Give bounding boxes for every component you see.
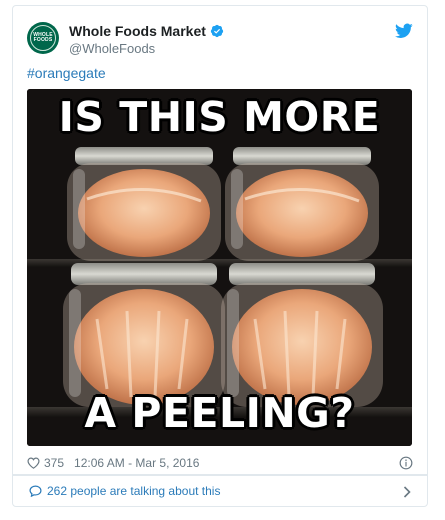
like-count[interactable]: 375 [44,456,64,470]
author-name-row[interactable]: Whole Foods Market [69,23,224,39]
tweet-photo[interactable]: IS THIS MORE A PEELING? [27,89,412,446]
author-name[interactable]: Whole Foods Market [69,23,206,39]
tweet-card: WHOLE FOODS Whole Foods Market @WholeFoo… [12,5,428,475]
jar-top-left [67,147,221,261]
conversation-label[interactable]: 262 people are talking about this [47,484,220,498]
jar-bottom-left [63,263,225,407]
avatar-text-line-2: FOODS [33,37,53,43]
tweet-timestamp[interactable]: 12:06 AM - Mar 5, 2016 [74,456,199,470]
tweet-hashtag[interactable]: #orangegate [27,65,106,81]
heart-icon[interactable] [27,457,40,469]
author-handle[interactable]: @WholeFoods [69,41,155,56]
meme-caption-top: IS THIS MORE [58,93,381,141]
whole-foods-logo: WHOLE FOODS [30,25,56,51]
chevron-right-icon[interactable] [403,486,411,498]
tweet-header: WHOLE FOODS Whole Foods Market @WholeFoo… [27,22,413,56]
jar-top-right [225,147,379,261]
tweet-meta: 375 12:06 AM - Mar 5, 2016 [27,455,413,471]
avatar[interactable]: WHOLE FOODS [27,22,59,54]
conversation-link[interactable]: 262 people are talking about this [12,475,428,507]
meme-caption-bottom: A PEELING? [84,389,355,437]
verified-badge-icon [210,24,224,38]
jar-bottom-right [221,263,383,407]
twitter-bird-icon[interactable] [395,23,413,39]
info-icon[interactable] [399,456,413,470]
speech-bubble-icon [29,485,42,497]
